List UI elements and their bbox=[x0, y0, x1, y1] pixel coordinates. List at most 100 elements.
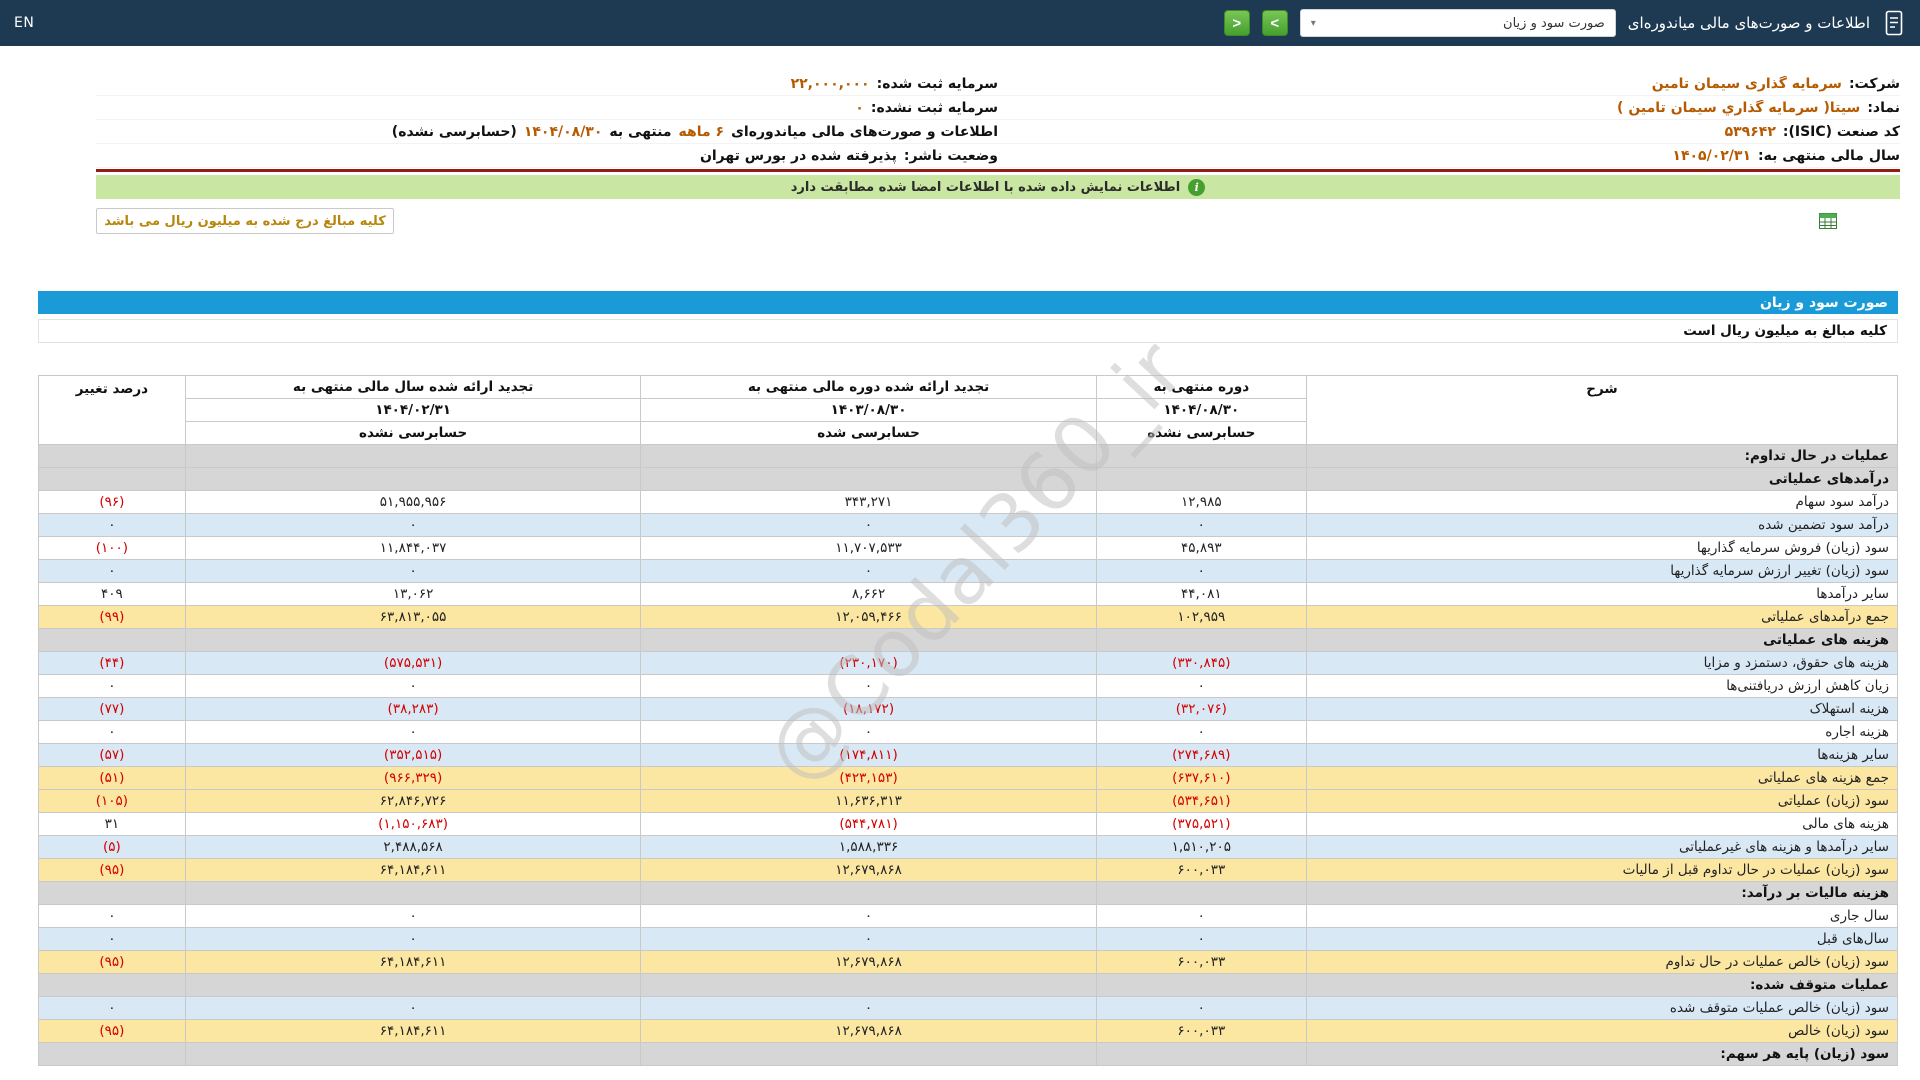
signature-match-text: اطلاعات نمایش داده شده با اطلاعات امضا ش… bbox=[790, 179, 1181, 195]
table-row: سود (زیان) فروش سرمایه گذاریها ۴۵,۸۹۳ ۱۱,۷… bbox=[38, 536, 1899, 560]
cell-value: ۵۱,۹۵۵,۹۵۶ bbox=[184, 490, 642, 514]
cell-value: ۰ bbox=[1095, 927, 1307, 951]
section-label: سود (زیان) پایه هر سهم: bbox=[1305, 1042, 1899, 1066]
cell-value: ۰ bbox=[38, 996, 186, 1020]
info-label: سال مالی منتهی به: bbox=[1758, 147, 1900, 164]
empty-cell bbox=[38, 973, 186, 997]
statement-table: شرح دوره منتهی به تجدید ارائه شده دوره م… bbox=[38, 375, 1899, 1066]
cell-value: ۰ bbox=[38, 720, 186, 744]
empty-cell bbox=[640, 444, 1097, 468]
cell-value: (۱۰۰) bbox=[38, 536, 186, 560]
cell-value: (۳۵۲,۵۱۵) bbox=[184, 743, 642, 767]
company-info-rows: شرکت: سرمایه گذاری سیمان تامین سرمایه ثبت … bbox=[96, 72, 1900, 168]
section-row: هزینه های عملیاتی bbox=[38, 628, 1899, 652]
col-header-period-title: دوره منتهی به bbox=[1095, 375, 1307, 399]
cell-value: (۵۱) bbox=[38, 766, 186, 790]
empty-cell bbox=[184, 628, 642, 652]
table-row: زیان کاهش ارزش دریافتنی‌ها ۰ ۰ ۰ ۰ bbox=[38, 674, 1899, 698]
info-value: ۰ bbox=[855, 99, 864, 116]
cell-value: ۱۲,۹۸۵ bbox=[1095, 490, 1307, 514]
row-label: جمع هزینه های عملیاتی bbox=[1305, 766, 1899, 790]
table-row: سال جاری ۰ ۰ ۰ ۰ bbox=[38, 904, 1899, 928]
cell-value: ۰ bbox=[184, 720, 642, 744]
info-text-segment: ۱۴۰۴/۰۸/۳۰ bbox=[523, 123, 603, 140]
cell-value: (۹۶) bbox=[38, 490, 186, 514]
table-row: سایر هزینه‌ها (۲۷۴,۶۸۹) (۱۷۴,۸۱۱) (۳۵۲,۵۱۵)… bbox=[38, 743, 1899, 767]
table-row: درآمد سود تضمین شده ۰ ۰ ۰ ۰ bbox=[38, 513, 1899, 537]
col-header-restated-year-audit: حسابرسی نشده bbox=[184, 421, 642, 445]
cell-value: ۳۱ bbox=[38, 812, 186, 836]
cell-value: (۵) bbox=[38, 835, 186, 859]
info-cell-left: سرمایه ثبت شده: ۲۲,۰۰۰,۰۰۰ bbox=[96, 76, 998, 92]
cell-value: ۰ bbox=[640, 513, 1097, 537]
row-label: سود (زیان) فروش سرمایه گذاریها bbox=[1305, 536, 1899, 560]
section-label: عملیات در حال تداوم: bbox=[1305, 444, 1899, 468]
company-info-row: شرکت: سرمایه گذاری سیمان تامین سرمایه ثبت … bbox=[96, 72, 1900, 96]
table-row: سود (زیان) عملیات در حال تداوم قبل از ما… bbox=[38, 858, 1899, 882]
info-label: سرمایه ثبت نشده: bbox=[870, 99, 998, 116]
col-header-period-audit: حسابرسی نشده bbox=[1095, 421, 1307, 445]
cell-value: (۴۴) bbox=[38, 651, 186, 675]
cell-value: ۰ bbox=[38, 674, 186, 698]
next-statement-button[interactable]: > bbox=[1261, 10, 1288, 36]
section-row: عملیات در حال تداوم: bbox=[38, 444, 1899, 468]
cell-value: (۹۹) bbox=[38, 605, 186, 629]
info-cell-right: سال مالی منتهی به: ۱۴۰۵/۰۲/۳۱ bbox=[998, 148, 1900, 164]
info-value: پذیرفته شده در بورس تهران bbox=[699, 147, 897, 164]
cell-value: ۱۰۲,۹۵۹ bbox=[1095, 605, 1307, 629]
row-label: درآمد سود سهام bbox=[1305, 490, 1899, 514]
cell-value: ۶۰۰,۰۳۳ bbox=[1095, 858, 1307, 882]
col-header-change: درصد تغییر bbox=[38, 375, 186, 445]
units-note-row: کلیه مبالغ درج شده به میلیون ریال می باش… bbox=[96, 208, 1900, 234]
table-row: سود (زیان) تغییر ارزش سرمایه گذاریها ۰ ۰ ۰ ۰ bbox=[38, 559, 1899, 583]
cell-value: ۴۵,۸۹۳ bbox=[1095, 536, 1307, 560]
excel-export-icon[interactable] bbox=[1818, 211, 1838, 231]
empty-cell bbox=[640, 628, 1097, 652]
row-label: سایر هزینه‌ها bbox=[1305, 743, 1899, 767]
company-info-row: نماد: سیتا( سرمایه گذاري سیمان تامین ) سرم… bbox=[96, 96, 1900, 120]
info-label: نماد: bbox=[1867, 99, 1900, 116]
statement-table-wrap: شرح دوره منتهی به تجدید ارائه شده دوره م… bbox=[38, 375, 1899, 1066]
table-row: سال‌های قبل ۰ ۰ ۰ ۰ bbox=[38, 927, 1899, 951]
section-label: عملیات متوقف شده: bbox=[1305, 973, 1899, 997]
info-value: ۱۴۰۵/۰۲/۳۱ bbox=[1672, 147, 1751, 164]
cell-value: ۱۲,۶۷۹,۸۶۸ bbox=[640, 950, 1097, 974]
section-row: عملیات متوقف شده: bbox=[38, 973, 1899, 997]
signature-match-bar: i اطلاعات نمایش داده شده با اطلاعات امضا… bbox=[96, 175, 1900, 199]
row-label: سود (زیان) خالص bbox=[1305, 1019, 1899, 1043]
cell-value: ۱,۵۸۸,۳۳۶ bbox=[640, 835, 1097, 859]
info-label: کد صنعت (ISIC): bbox=[1782, 123, 1900, 140]
info-label: شرکت: bbox=[1848, 75, 1900, 92]
info-cell-right: نماد: سیتا( سرمایه گذاري سیمان تامین ) bbox=[998, 100, 1900, 116]
info-value: ۲۲,۰۰۰,۰۰۰ bbox=[790, 75, 870, 92]
statement-select-value: صورت سود و زیان bbox=[1503, 15, 1605, 31]
empty-cell bbox=[184, 881, 642, 905]
language-toggle[interactable]: EN bbox=[14, 15, 34, 31]
row-label: سایر درآمدها bbox=[1305, 582, 1899, 606]
info-text-segment: منتهی به bbox=[609, 123, 672, 140]
prev-statement-button[interactable]: < bbox=[1223, 10, 1250, 36]
section-label: هزینه های عملیاتی bbox=[1305, 628, 1899, 652]
cell-value: ۰ bbox=[640, 996, 1097, 1020]
table-row: سود (زیان) عملیاتی (۵۳۴,۶۵۱) ۱۱,۶۳۶,۳۱۳ ۶۲,… bbox=[38, 789, 1899, 813]
chevron-down-icon: ▾ bbox=[1310, 17, 1316, 29]
report-icon[interactable] bbox=[1882, 8, 1906, 38]
cell-value: (۵۳۴,۶۵۱) bbox=[1095, 789, 1307, 813]
row-label: زیان کاهش ارزش دریافتنی‌ها bbox=[1305, 674, 1899, 698]
cell-value: ۰ bbox=[184, 996, 642, 1020]
statement-select[interactable]: صورت سود و زیان ▾ bbox=[1299, 9, 1616, 37]
statement-title: صورت سود و زیان bbox=[1759, 294, 1888, 311]
cell-value: ۰ bbox=[1095, 513, 1307, 537]
cell-value: (۱۸,۱۷۲) bbox=[640, 697, 1097, 721]
table-row: هزینه های حقوق، دستمزد و مزایا (۳۳۰,۸۴۵)(… bbox=[38, 651, 1899, 675]
cell-value: (۱۷۴,۸۱۱) bbox=[640, 743, 1097, 767]
empty-cell bbox=[1095, 1042, 1307, 1066]
section-label: هزینه مالیات بر درآمد: bbox=[1305, 881, 1899, 905]
empty-cell bbox=[38, 444, 186, 468]
cell-value: (۵۴۴,۷۸۱) bbox=[640, 812, 1097, 836]
cell-value: (۶۳۷,۶۱۰) bbox=[1095, 766, 1307, 790]
company-info-row: کد صنعت (ISIC): ۵۳۹۶۴۲ اطلاعات و صورت‌های … bbox=[96, 120, 1900, 144]
cell-value: ۰ bbox=[1095, 904, 1307, 928]
info-text-segment: اطلاعات و صورت‌های مالی میاندوره‌ای bbox=[731, 123, 998, 140]
info-icon: i bbox=[1188, 178, 1206, 196]
